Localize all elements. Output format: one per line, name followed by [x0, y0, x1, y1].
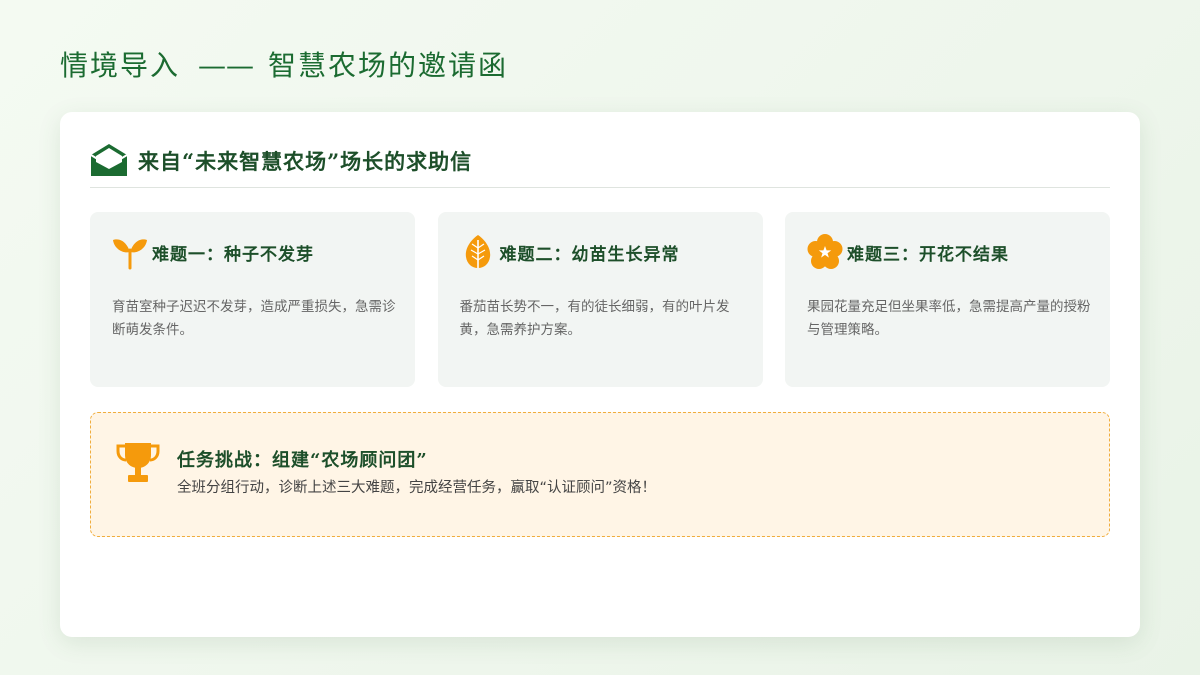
problem-title: 难题三：开花不结果 — [847, 245, 1009, 265]
problem-description: 果园花量充足但坐果率低，急需提高产量的授粉与管理策略。 — [807, 299, 1091, 338]
flower-icon — [807, 234, 843, 269]
leaf-icon — [465, 235, 490, 268]
letter-card: 来自“未来智慧农场”场长的求助信 难题一：种子不发芽 育苗室种子迟迟不发芽，造成… — [60, 112, 1140, 637]
task-title: 任务挑战：组建“农场顾问团” — [177, 450, 428, 471]
page-title-dash: —— — [198, 49, 255, 82]
trophy-icon — [116, 443, 160, 482]
problem-card-3: 难题三：开花不结果 果园花量充足但坐果率低，急需提高产量的授粉与管理策略。 — [785, 212, 1110, 387]
page-title: 情境导入 —— 智慧农场的邀请函 — [60, 44, 508, 84]
envelope-icon — [90, 144, 128, 176]
page-title-main: 情境导入 — [60, 49, 181, 82]
sprout-icon — [113, 239, 147, 270]
problem-list: 难题一：种子不发芽 育苗室种子迟迟不发芽，造成严重损失，急需诊断萌发条件。 难题… — [90, 212, 1110, 387]
letter-header: 来自“未来智慧农场”场长的求助信 — [90, 142, 1110, 188]
task-challenge: 任务挑战：组建“农场顾问团” 全班分组行动，诊断上述三大难题，完成经营任务，赢取… — [90, 412, 1110, 537]
problem-title: 难题一：种子不发芽 — [152, 245, 314, 265]
task-description: 全班分组行动，诊断上述三大难题，完成经营任务，赢取“认证顾问”资格！ — [177, 480, 657, 496]
page-title-sub: 智慧农场的邀请函 — [268, 49, 509, 82]
letter-title: 来自“未来智慧农场”场长的求助信 — [138, 149, 473, 174]
problem-card-1: 难题一：种子不发芽 育苗室种子迟迟不发芽，造成严重损失，急需诊断萌发条件。 — [90, 212, 415, 387]
problem-card-2: 难题二：幼苗生长异常 番茄苗长势不一，有的徒长细弱，有的叶片发黄，急需养护方案。 — [437, 212, 763, 387]
problem-title: 难题二：幼苗生长异常 — [499, 245, 680, 265]
problem-description: 育苗室种子迟迟不发芽，造成严重损失，急需诊断萌发条件。 — [112, 299, 396, 338]
problem-description: 番茄苗长势不一，有的徒长细弱，有的叶片发黄，急需养护方案。 — [459, 299, 730, 338]
